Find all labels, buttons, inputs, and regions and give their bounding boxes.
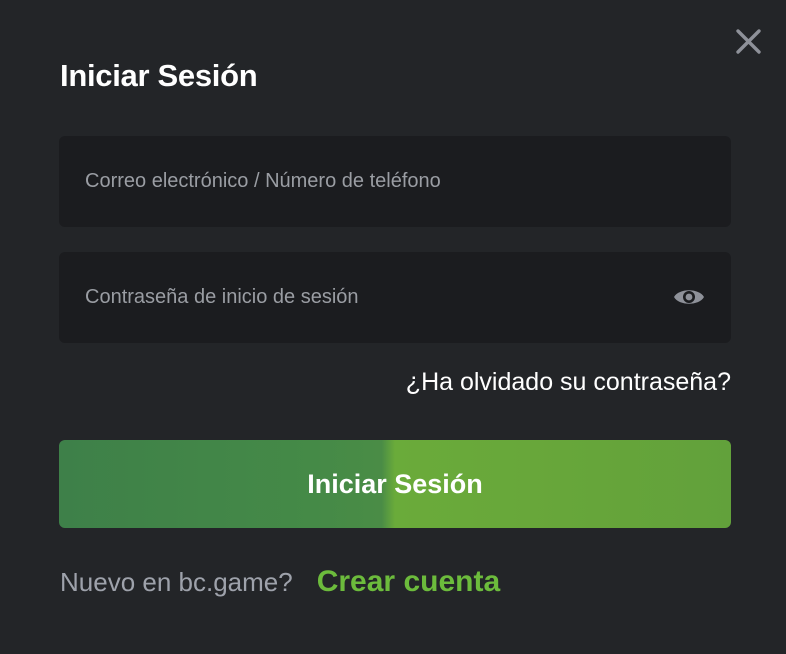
email-field-container	[59, 136, 731, 227]
email-input[interactable]	[59, 136, 731, 227]
login-dialog: Iniciar Sesión ¿Ha olvidado su contraseñ…	[0, 0, 786, 654]
login-submit-button[interactable]: Iniciar Sesión	[59, 440, 731, 528]
password-visibility-toggle[interactable]	[673, 284, 705, 310]
signup-prompt: Nuevo en bc.game?	[60, 567, 293, 597]
eye-icon	[674, 290, 704, 304]
password-input[interactable]	[59, 252, 731, 343]
dialog-title: Iniciar Sesión	[60, 58, 258, 93]
forgot-password-link[interactable]: ¿Ha olvidado su contraseña?	[406, 368, 731, 397]
create-account-link[interactable]: Crear cuenta	[317, 565, 500, 599]
close-button[interactable]	[730, 24, 766, 60]
close-icon	[736, 29, 761, 54]
signup-row: Nuevo en bc.game? Crear cuenta	[60, 565, 500, 599]
password-field-container	[59, 252, 731, 343]
